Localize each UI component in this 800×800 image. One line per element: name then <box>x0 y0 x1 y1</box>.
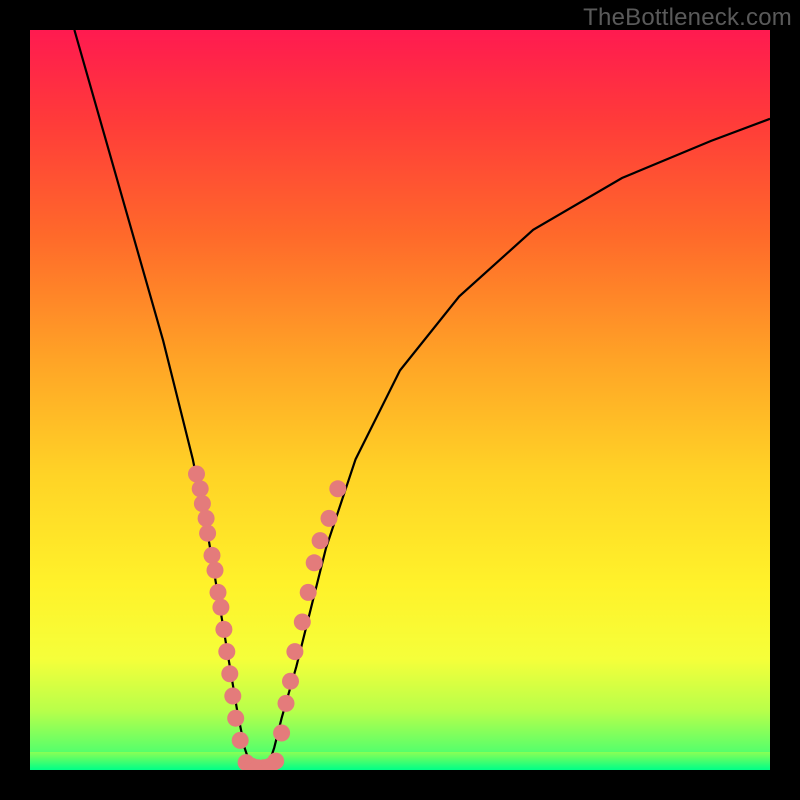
watermark-text: TheBottleneck.com <box>583 4 792 32</box>
data-point <box>198 510 215 527</box>
data-point <box>321 510 338 527</box>
data-point <box>273 725 290 742</box>
data-point <box>286 643 303 660</box>
data-point <box>194 495 211 512</box>
chart-container: TheBottleneck.com <box>0 0 800 800</box>
data-point <box>221 665 238 682</box>
data-point <box>215 621 232 638</box>
curve-line <box>74 30 770 770</box>
data-point <box>278 695 295 712</box>
data-point <box>306 554 323 571</box>
data-point <box>210 584 227 601</box>
data-points <box>188 466 346 771</box>
data-point <box>300 584 317 601</box>
data-point <box>224 688 241 705</box>
data-point <box>312 532 329 549</box>
plot-area <box>30 30 770 770</box>
data-point <box>329 480 346 497</box>
data-point <box>204 547 221 564</box>
data-point <box>207 562 224 579</box>
data-point <box>188 466 205 483</box>
data-point <box>199 525 216 542</box>
data-point <box>212 599 229 616</box>
data-point <box>294 614 311 631</box>
chart-svg <box>30 30 770 770</box>
data-point <box>192 480 209 497</box>
data-point <box>227 710 244 727</box>
data-point <box>282 673 299 690</box>
data-point <box>218 643 235 660</box>
data-point <box>232 732 249 749</box>
bottom-band <box>30 752 770 770</box>
